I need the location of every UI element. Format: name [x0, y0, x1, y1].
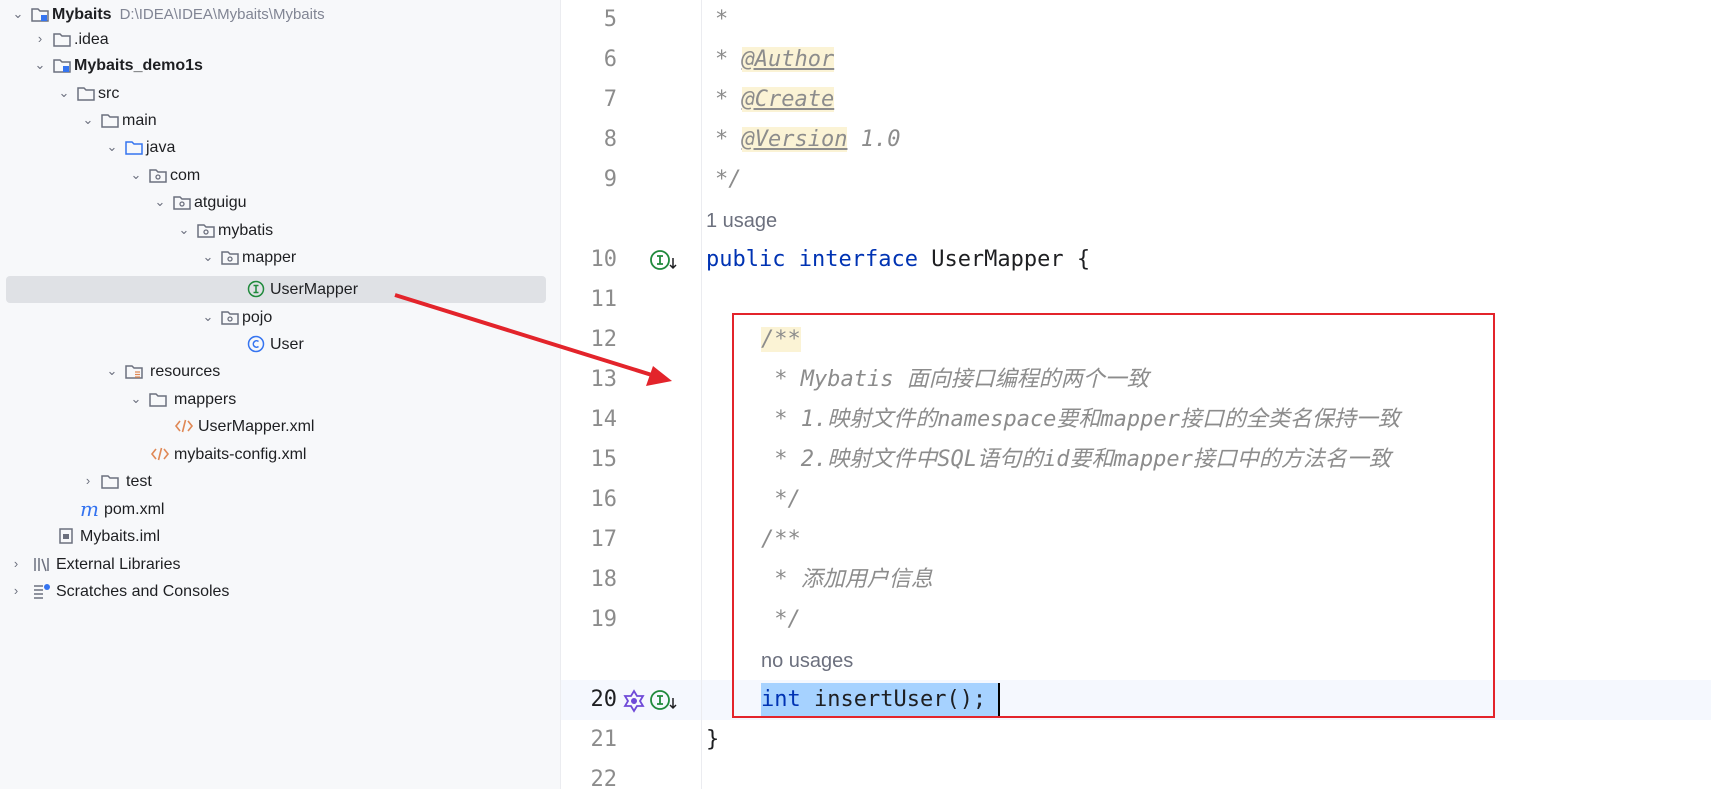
- annotation-arrow: [394, 293, 672, 386]
